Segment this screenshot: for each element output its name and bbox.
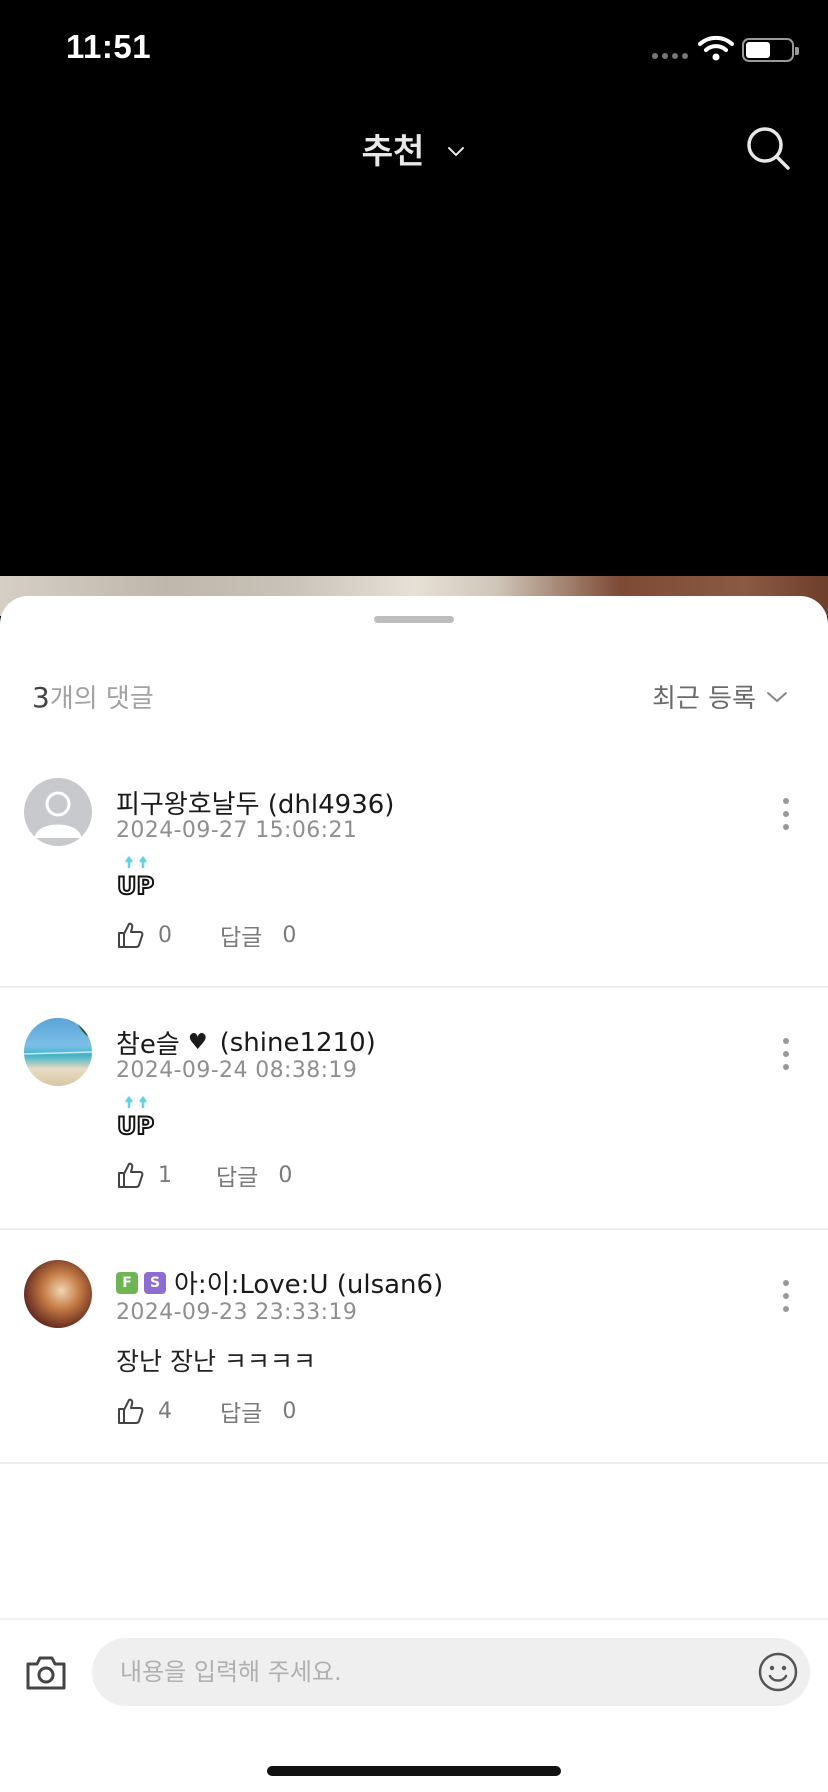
fan-badge: F: [116, 1271, 138, 1294]
reply-button[interactable]: 답글: [216, 1158, 258, 1192]
thumbs-up-icon[interactable]: [116, 1161, 144, 1189]
comment-actions: 1 답글 0: [116, 1158, 292, 1192]
comment-input-container: [92, 1638, 810, 1706]
comment-input[interactable]: [120, 1638, 720, 1706]
like-count: 4: [158, 1398, 172, 1424]
up-sticker-icon: UP: [116, 856, 155, 898]
comment-date: 2024-09-24 08:38:19: [116, 1058, 358, 1083]
home-indicator[interactable]: [267, 1766, 561, 1776]
sort-label: 최근 등록: [652, 684, 756, 714]
comment-item: 피구왕호날두 (dhl4936) 2024-09-27 15:06:21 UP …: [0, 748, 828, 988]
comments-sheet: 3개의 댓글 최근 등록 피구왕호날두 (dhl4936) 2024-09-27…: [0, 596, 828, 1792]
comment-count-number: 3: [32, 681, 50, 714]
default-user-icon: [34, 791, 82, 839]
comment-text: 장난 장난 ㅋㅋㅋㅋ: [116, 1347, 316, 1376]
reply-count: 0: [282, 1398, 297, 1424]
thumbs-up-icon[interactable]: [116, 1397, 144, 1425]
sort-dropdown[interactable]: 최근 등록: [652, 678, 788, 715]
more-options-button[interactable]: [780, 1038, 792, 1070]
comment-author[interactable]: 피구왕호날두 (dhl4936): [116, 784, 394, 821]
comment-composer: [0, 1618, 828, 1718]
comments-header: 3개의 댓글 최근 등록: [0, 678, 828, 718]
sheet-grabber[interactable]: [374, 616, 454, 623]
smiley-icon[interactable]: [758, 1652, 798, 1692]
up-sticker-icon: UP: [116, 1096, 155, 1138]
like-count: 0: [158, 922, 172, 948]
reply-count: 0: [278, 1162, 293, 1188]
feed-selector-label: 추천: [361, 132, 425, 172]
like-count: 1: [158, 1162, 172, 1188]
svg-text:UP: UP: [117, 872, 154, 898]
comment-count-label: 개의 댓글: [49, 684, 154, 714]
comment-date: 2024-09-23 23:33:19: [116, 1300, 358, 1325]
status-bar: 11:51: [0, 0, 828, 100]
comment-author[interactable]: F S 아:이:Love:U (ulsan6): [116, 1264, 443, 1301]
reply-count: 0: [282, 922, 297, 948]
more-options-button[interactable]: [780, 798, 792, 830]
heart-icon: ♥: [187, 1030, 208, 1055]
comment-actions: 4 답글 0: [116, 1394, 296, 1428]
comment-item: 참e슬 ♥ (shine1210) 2024-09-24 08:38:19 UP …: [0, 988, 828, 1230]
battery-icon: [742, 38, 799, 62]
reply-button[interactable]: 답글: [220, 918, 262, 952]
chevron-down-icon: [767, 691, 787, 702]
camera-icon[interactable]: [24, 1652, 68, 1692]
supporter-badge: S: [144, 1271, 166, 1294]
avatar[interactable]: [24, 1260, 92, 1328]
comment-item: F S 아:이:Love:U (ulsan6) 2024-09-23 23:33…: [0, 1230, 828, 1464]
comment-count: 3개의 댓글: [32, 678, 154, 715]
search-icon[interactable]: [744, 124, 792, 172]
thumbs-up-icon[interactable]: [116, 921, 144, 949]
svg-text:UP: UP: [117, 1112, 154, 1138]
reply-button[interactable]: 답글: [220, 1394, 262, 1428]
avatar[interactable]: [24, 778, 92, 846]
feed-selector[interactable]: 추천: [0, 124, 828, 173]
comment-date: 2024-09-27 15:06:21: [116, 818, 358, 843]
cellular-signal-icon: [652, 53, 688, 59]
wifi-icon: [698, 35, 734, 61]
comment-author[interactable]: 참e슬 ♥ (shine1210): [116, 1024, 376, 1061]
chevron-down-icon: [448, 146, 465, 156]
status-time: 11:51: [66, 28, 152, 65]
avatar[interactable]: [24, 1018, 92, 1086]
more-options-button[interactable]: [780, 1280, 792, 1312]
comment-actions: 0 답글 0: [116, 918, 296, 952]
